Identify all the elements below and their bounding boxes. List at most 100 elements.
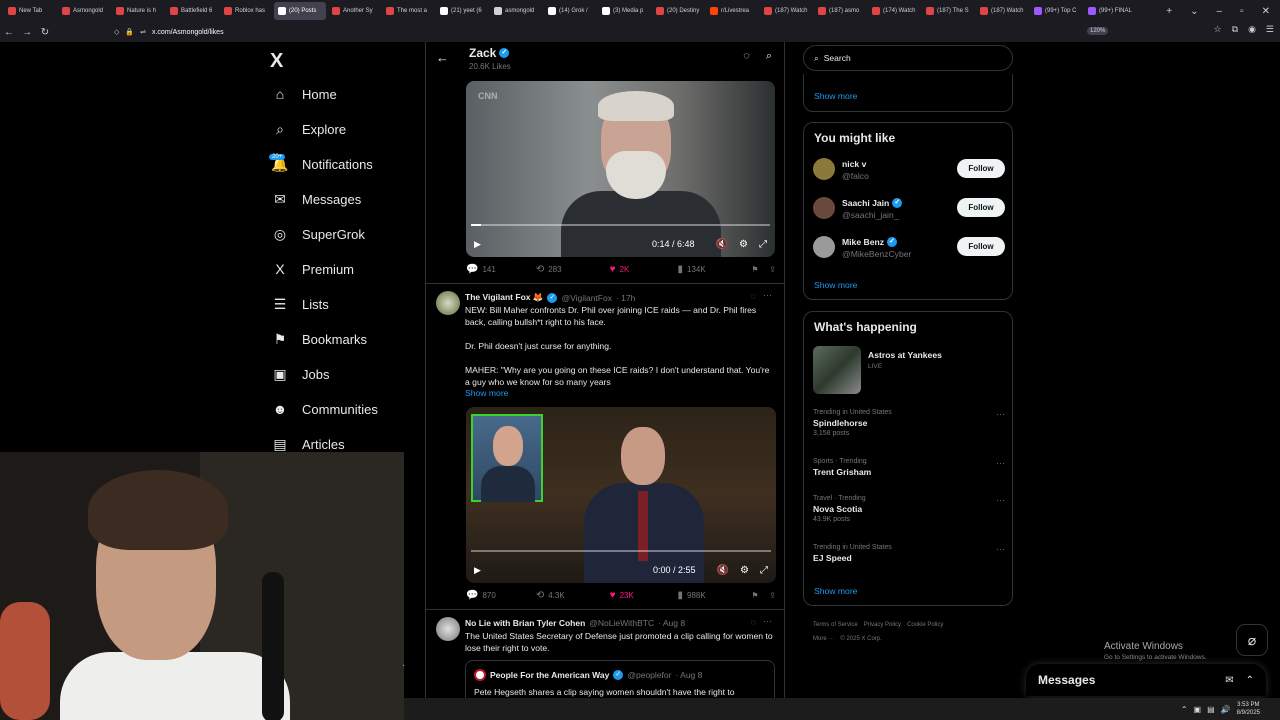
play-icon[interactable]: ▶: [474, 565, 481, 576]
suggestion-row[interactable]: nick v @falco Follow: [813, 157, 1005, 183]
browser-tab[interactable]: (20) Destiny: [652, 2, 704, 20]
browser-tab[interactable]: (99+) FINAL: [1084, 2, 1136, 20]
zoom-level[interactable]: 120%: [1087, 27, 1109, 35]
author-handle[interactable]: @NoLieWithBTC: [589, 618, 654, 628]
browser-tab[interactable]: (187) Watch: [976, 2, 1028, 20]
browser-tab[interactable]: (187) asmo: [814, 2, 866, 20]
views-button[interactable]: ▮ 134K: [678, 264, 752, 275]
minimize-icon[interactable]: –: [1217, 6, 1223, 17]
author-name[interactable]: No Lie with Brian Tyler Cohen: [465, 618, 585, 628]
show-more-link[interactable]: Show more: [814, 280, 857, 290]
shield-icon[interactable]: ◇: [114, 28, 119, 36]
avatar[interactable]: [436, 291, 460, 315]
suggestion-name[interactable]: Saachi Jain ✓: [842, 198, 903, 208]
fullscreen-icon[interactable]: ⤢: [760, 565, 768, 576]
browser-tab[interactable]: Another Sy: [328, 2, 380, 20]
back-icon[interactable]: ←: [0, 27, 18, 38]
footer-link[interactable]: Cookie Policy: [907, 622, 943, 628]
show-more-link[interactable]: Show more: [814, 586, 857, 596]
suggestion-name[interactable]: Mike Benz ✓: [842, 237, 898, 247]
suggestion-row[interactable]: Saachi Jain ✓ @saachi_jain_ Follow: [813, 196, 1005, 222]
mute-icon[interactable]: 🔇: [716, 239, 728, 250]
reload-icon[interactable]: ↻: [36, 27, 54, 38]
address-bar[interactable]: ◇ 🔒 ⇌ x.com/Asmongold/likes: [114, 24, 1126, 40]
search-icon[interactable]: ⌕: [766, 50, 772, 63]
more-options-icon[interactable]: ···: [996, 458, 1005, 468]
repost-button[interactable]: ⟲ 283: [536, 264, 610, 275]
browser-tab[interactable]: asmongold: [490, 2, 542, 20]
browser-tab[interactable]: (187) The S: [922, 2, 974, 20]
app-tray-icon[interactable]: ▣: [1194, 705, 1202, 714]
x-logo[interactable]: X: [270, 50, 283, 73]
live-event[interactable]: Astros at Yankees LIVE: [813, 346, 1005, 394]
messages-drawer[interactable]: Messages ✉ ⌃: [1026, 664, 1266, 696]
author-handle[interactable]: @VigilantFox: [561, 293, 612, 303]
avatar[interactable]: [813, 236, 835, 258]
nav-item-premium[interactable]: X Premium: [272, 261, 354, 277]
suggestion-handle[interactable]: @falco: [842, 171, 869, 181]
account-icon[interactable]: ◉: [1248, 24, 1256, 35]
nav-item-communities[interactable]: ☻ Communities: [272, 401, 378, 417]
browser-tab[interactable]: r/Livestrea: [706, 2, 758, 20]
browser-tab[interactable]: Roblox has: [220, 2, 272, 20]
browser-tab[interactable]: New Tab: [4, 2, 56, 20]
views-button[interactable]: ▮ 988K: [678, 590, 752, 601]
more-options-icon[interactable]: ···: [996, 544, 1005, 554]
trend-item[interactable]: Trending in United States Spindlehorse 3,1…: [813, 409, 1005, 437]
follow-button[interactable]: Follow: [957, 198, 1005, 217]
show-more-link[interactable]: Show more: [465, 388, 508, 398]
suggestion-handle[interactable]: @saachi_jain_: [842, 210, 899, 220]
like-button[interactable]: ♥ 2K: [610, 264, 678, 275]
nav-item-supergrok[interactable]: ◎ SuperGrok: [272, 226, 365, 242]
lock-icon[interactable]: 🔒: [125, 28, 134, 36]
menu-icon[interactable]: ☰: [1266, 24, 1274, 35]
share-icon[interactable]: ⇪: [769, 265, 776, 274]
tray-chevron-icon[interactable]: ⌃: [1181, 705, 1188, 714]
grok-icon[interactable]: ◌: [751, 617, 756, 627]
footer-link[interactable]: Terms of Service: [813, 622, 858, 628]
network-icon[interactable]: ▤: [1207, 705, 1215, 714]
tweet-time[interactable]: · Aug 8: [658, 618, 685, 628]
url-text[interactable]: x.com/Asmongold/likes: [152, 29, 224, 36]
maximize-icon[interactable]: ▫: [1240, 6, 1244, 17]
expand-icon[interactable]: ⌃: [1246, 675, 1254, 686]
video-progress-bar[interactable]: [471, 550, 771, 552]
nav-item-articles[interactable]: ▤ Articles: [272, 436, 344, 452]
bookmark-icon[interactable]: ⚑: [751, 265, 769, 274]
show-more-link[interactable]: Show more: [814, 91, 857, 101]
avatar[interactable]: [813, 158, 835, 180]
nav-item-messages[interactable]: ✉ Messages: [272, 191, 361, 207]
permissions-icon[interactable]: ⇌: [140, 28, 146, 36]
avatar[interactable]: [813, 197, 835, 219]
new-message-icon[interactable]: ✉: [1225, 675, 1233, 686]
avatar[interactable]: [436, 617, 460, 641]
close-window-icon[interactable]: ✕: [1262, 6, 1270, 17]
browser-tab[interactable]: (187) Watch: [760, 2, 812, 20]
follow-button[interactable]: Follow: [957, 159, 1005, 178]
new-tab-icon[interactable]: +: [1166, 6, 1172, 17]
nav-item-explore[interactable]: ⌕ Explore: [272, 121, 346, 137]
fullscreen-icon[interactable]: ⤢: [759, 239, 767, 250]
nav-item-lists[interactable]: ☰ Lists: [272, 296, 329, 312]
trend-item[interactable]: Sports · Trending Trent Grisham ···: [813, 458, 1005, 477]
footer-link[interactable]: Privacy Policy: [864, 622, 901, 628]
nav-item-home[interactable]: ⌂ Home: [272, 86, 337, 102]
browser-tab[interactable]: (20) Posts: [274, 2, 326, 20]
repost-button[interactable]: ⟲ 4.3K: [536, 590, 610, 601]
follow-button[interactable]: Follow: [957, 237, 1005, 256]
suggestion-name[interactable]: nick v: [842, 159, 866, 169]
video-player[interactable]: ▶ 0:00 / 2:55 🔇 ⚙ ⤢: [466, 407, 776, 583]
tab-list-icon[interactable]: ⌄: [1190, 6, 1198, 17]
mute-icon[interactable]: 🔇: [717, 565, 729, 576]
browser-tab[interactable]: Asmongold: [58, 2, 110, 20]
suggestion-row[interactable]: Mike Benz ✓ @MikeBenzCyber Follow: [813, 235, 1005, 261]
browser-tab[interactable]: (174) Watch: [868, 2, 920, 20]
search-input[interactable]: ⌕ Search: [803, 45, 1013, 71]
video-player[interactable]: CNN ▶ 0:14 / 6:48 🔇 ⚙ ⤢: [466, 81, 775, 257]
tweet-time[interactable]: · 17h: [616, 293, 635, 303]
extensions-icon[interactable]: ⧉: [1232, 24, 1238, 35]
browser-tab[interactable]: Nature is h: [112, 2, 164, 20]
trend-item[interactable]: Trending in United States EJ Speed ···: [813, 544, 1005, 563]
video-progress-bar[interactable]: [471, 224, 770, 226]
play-icon[interactable]: ▶: [474, 239, 481, 250]
